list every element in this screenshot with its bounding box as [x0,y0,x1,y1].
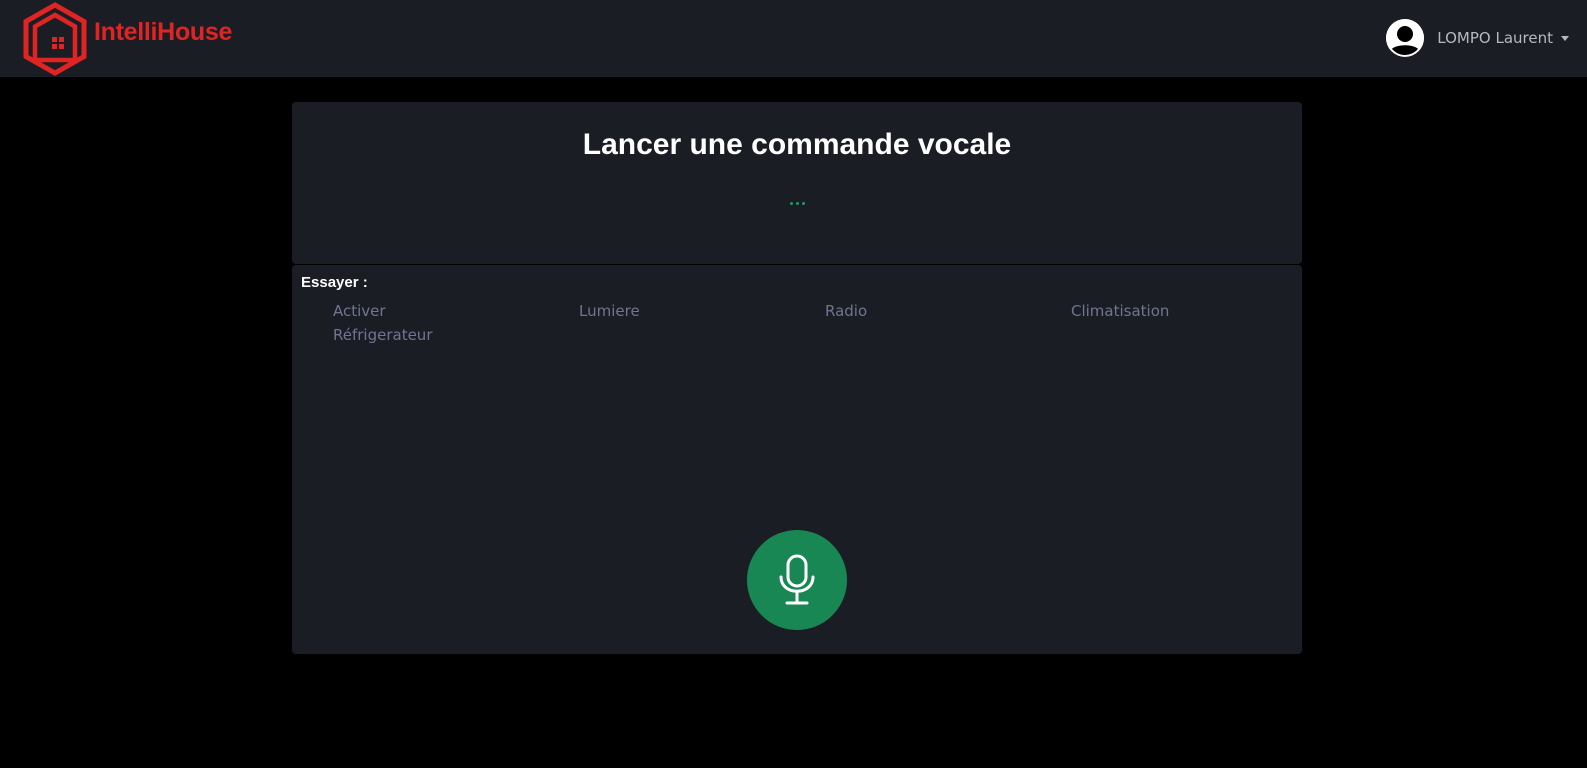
suggestion-activer[interactable]: Activer [333,301,579,321]
suggestion-radio[interactable]: Radio [825,301,1071,321]
page-title: Lancer une commande vocale [582,128,1012,161]
suggestion-climatisation[interactable]: Climatisation [1071,301,1317,321]
user-name: LOMPO Laurent [1437,29,1553,47]
voice-command-card: Lancer une commande vocale [292,102,1302,264]
suggestions-card: Essayer : Activer Lumiere Radio Climatis… [292,265,1302,654]
try-label: Essayer : [301,274,368,291]
microphone-icon [779,554,815,605]
user-avatar-icon [1386,19,1425,57]
dot [795,202,799,205]
suggestion-list: Activer Lumiere Radio Climatisation Réfr… [333,301,1313,345]
dot [801,202,805,205]
house-hexagon-icon [23,2,87,76]
navbar: IntelliHouse LOMPO Laurent [0,0,1587,77]
brand-home-link[interactable]: IntelliHouse [22,2,232,76]
suggestion-lumiere[interactable]: Lumiere [579,301,825,321]
user-menu-toggle[interactable]: LOMPO Laurent [1386,18,1569,58]
microphone-button[interactable] [747,530,847,630]
brand-name: IntelliHouse [94,18,233,46]
suggestion-refrigerateur[interactable]: Réfrigerateur [333,325,579,345]
caret-down-icon [1561,35,1569,41]
listening-dots-icon [292,202,1302,205]
dot [789,202,793,205]
